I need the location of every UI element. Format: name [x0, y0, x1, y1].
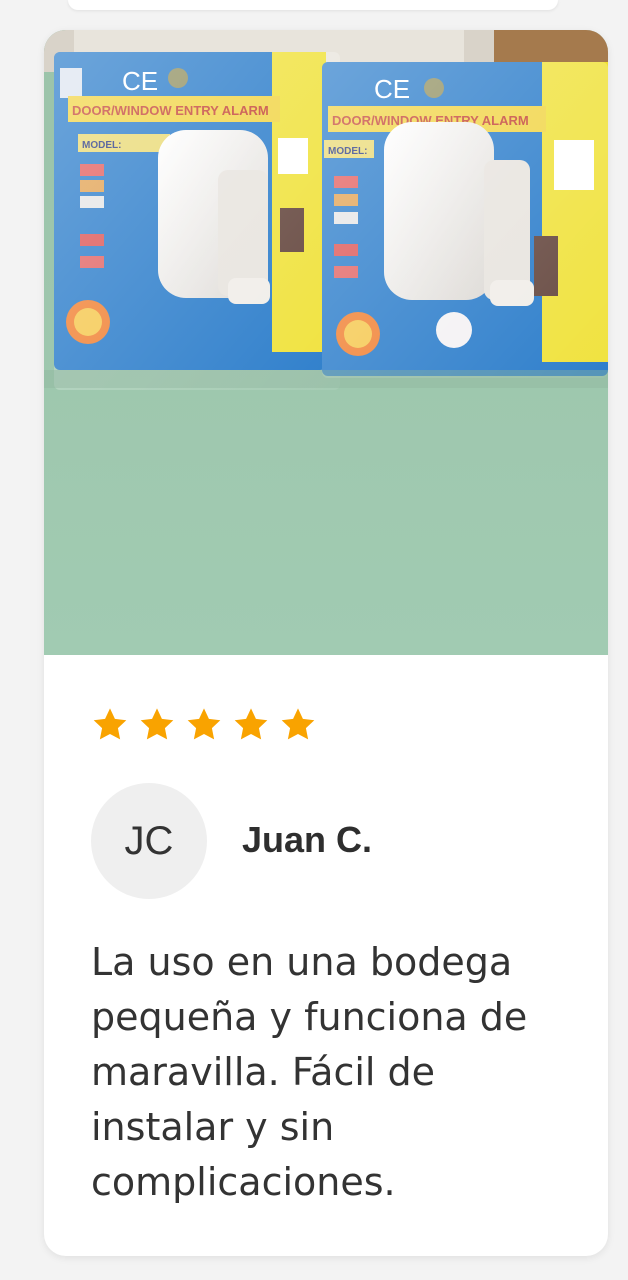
review-photo[interactable]: CE DOOR/WINDOW ENTRY ALARM MODEL:	[44, 30, 608, 655]
page: CE DOOR/WINDOW ENTRY ALARM MODEL:	[0, 0, 628, 1280]
review-text: La uso en una bodega pequeña y funciona …	[91, 940, 528, 1204]
reviewer-avatar: JC	[91, 783, 207, 899]
previous-card-edge	[68, 0, 558, 10]
alarm-package-left: CE DOOR/WINDOW ENTRY ALARM MODEL:	[54, 52, 340, 390]
reviewer-name: Juan C.	[242, 819, 373, 860]
rating-stars	[91, 706, 317, 744]
alarm-package-right: CE DOOR/WINDOW ENTRY ALARM MODEL:	[322, 62, 608, 378]
avatar-initials: JC	[124, 818, 174, 863]
star-icon	[93, 708, 127, 740]
review-card[interactable]: CE DOOR/WINDOW ENTRY ALARM MODEL:	[44, 30, 608, 1256]
star-icon	[187, 708, 221, 740]
star-icon	[234, 708, 268, 740]
star-icon	[140, 708, 174, 740]
star-icon	[281, 708, 315, 740]
